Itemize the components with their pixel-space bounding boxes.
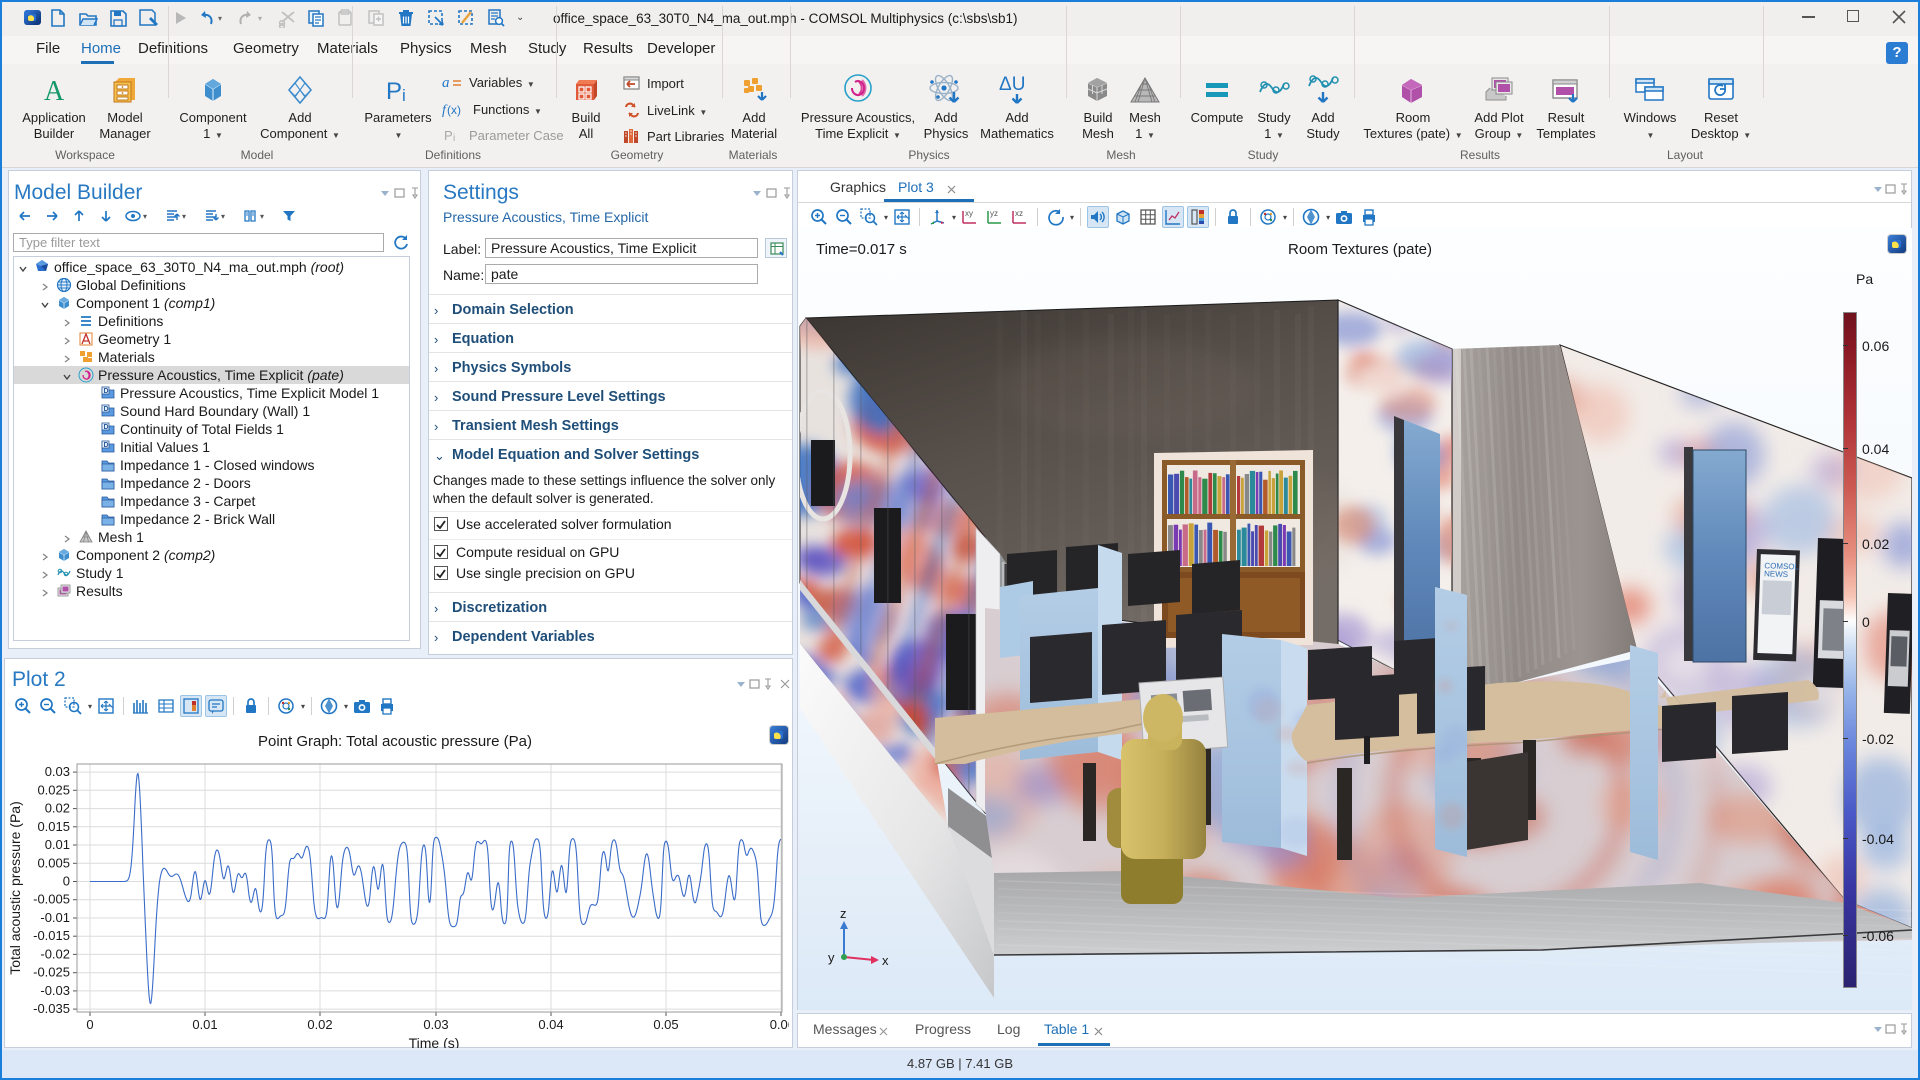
- svg-text:Total acoustic pressure (Pa): Total acoustic pressure (Pa): [7, 801, 23, 975]
- svg-text:0.01: 0.01: [45, 837, 70, 852]
- svg-text:0: 0: [63, 874, 70, 889]
- svg-text:-0.035: -0.035: [33, 1001, 70, 1016]
- svg-text:-0.005: -0.005: [33, 892, 70, 907]
- svg-text:i: i: [402, 86, 406, 105]
- svg-text:-0.01: -0.01: [40, 910, 70, 925]
- svg-text:y: y: [828, 950, 835, 965]
- svg-text:0.015: 0.015: [37, 819, 70, 834]
- svg-text:D: D: [104, 424, 109, 431]
- svg-text:-0.025: -0.025: [33, 965, 70, 980]
- svg-text:0.04: 0.04: [538, 1017, 563, 1032]
- svg-text:x: x: [882, 953, 889, 968]
- svg-text:i: i: [453, 133, 455, 143]
- svg-text:0.05: 0.05: [653, 1017, 678, 1032]
- svg-text:D: D: [104, 442, 109, 449]
- svg-text:a: a: [442, 75, 450, 90]
- svg-text:P: P: [386, 78, 402, 105]
- svg-text:NEWS: NEWS: [1764, 569, 1788, 579]
- svg-text:0.03: 0.03: [45, 764, 70, 779]
- svg-text:0.025: 0.025: [37, 782, 70, 797]
- svg-text:0.005: 0.005: [37, 855, 70, 870]
- svg-text:A: A: [44, 76, 65, 106]
- svg-text:0: 0: [86, 1017, 93, 1032]
- svg-text:z: z: [840, 906, 847, 921]
- svg-text:0.02: 0.02: [307, 1017, 332, 1032]
- svg-text:0.06: 0.06: [770, 1017, 789, 1032]
- svg-text:Time (s): Time (s): [409, 1035, 460, 1048]
- svg-text:-0.03: -0.03: [40, 983, 70, 998]
- svg-text:0.02: 0.02: [45, 801, 70, 816]
- svg-text:0.01: 0.01: [192, 1017, 217, 1032]
- svg-text:-0.02: -0.02: [40, 946, 70, 961]
- svg-text:ΔU: ΔU: [999, 74, 1025, 95]
- svg-text:D: D: [104, 388, 109, 395]
- svg-text:-0.015: -0.015: [33, 928, 70, 943]
- svg-text:0.03: 0.03: [423, 1017, 448, 1032]
- svg-text:(x): (x): [447, 103, 461, 117]
- svg-text:P: P: [444, 128, 453, 143]
- svg-text:D: D: [104, 406, 109, 413]
